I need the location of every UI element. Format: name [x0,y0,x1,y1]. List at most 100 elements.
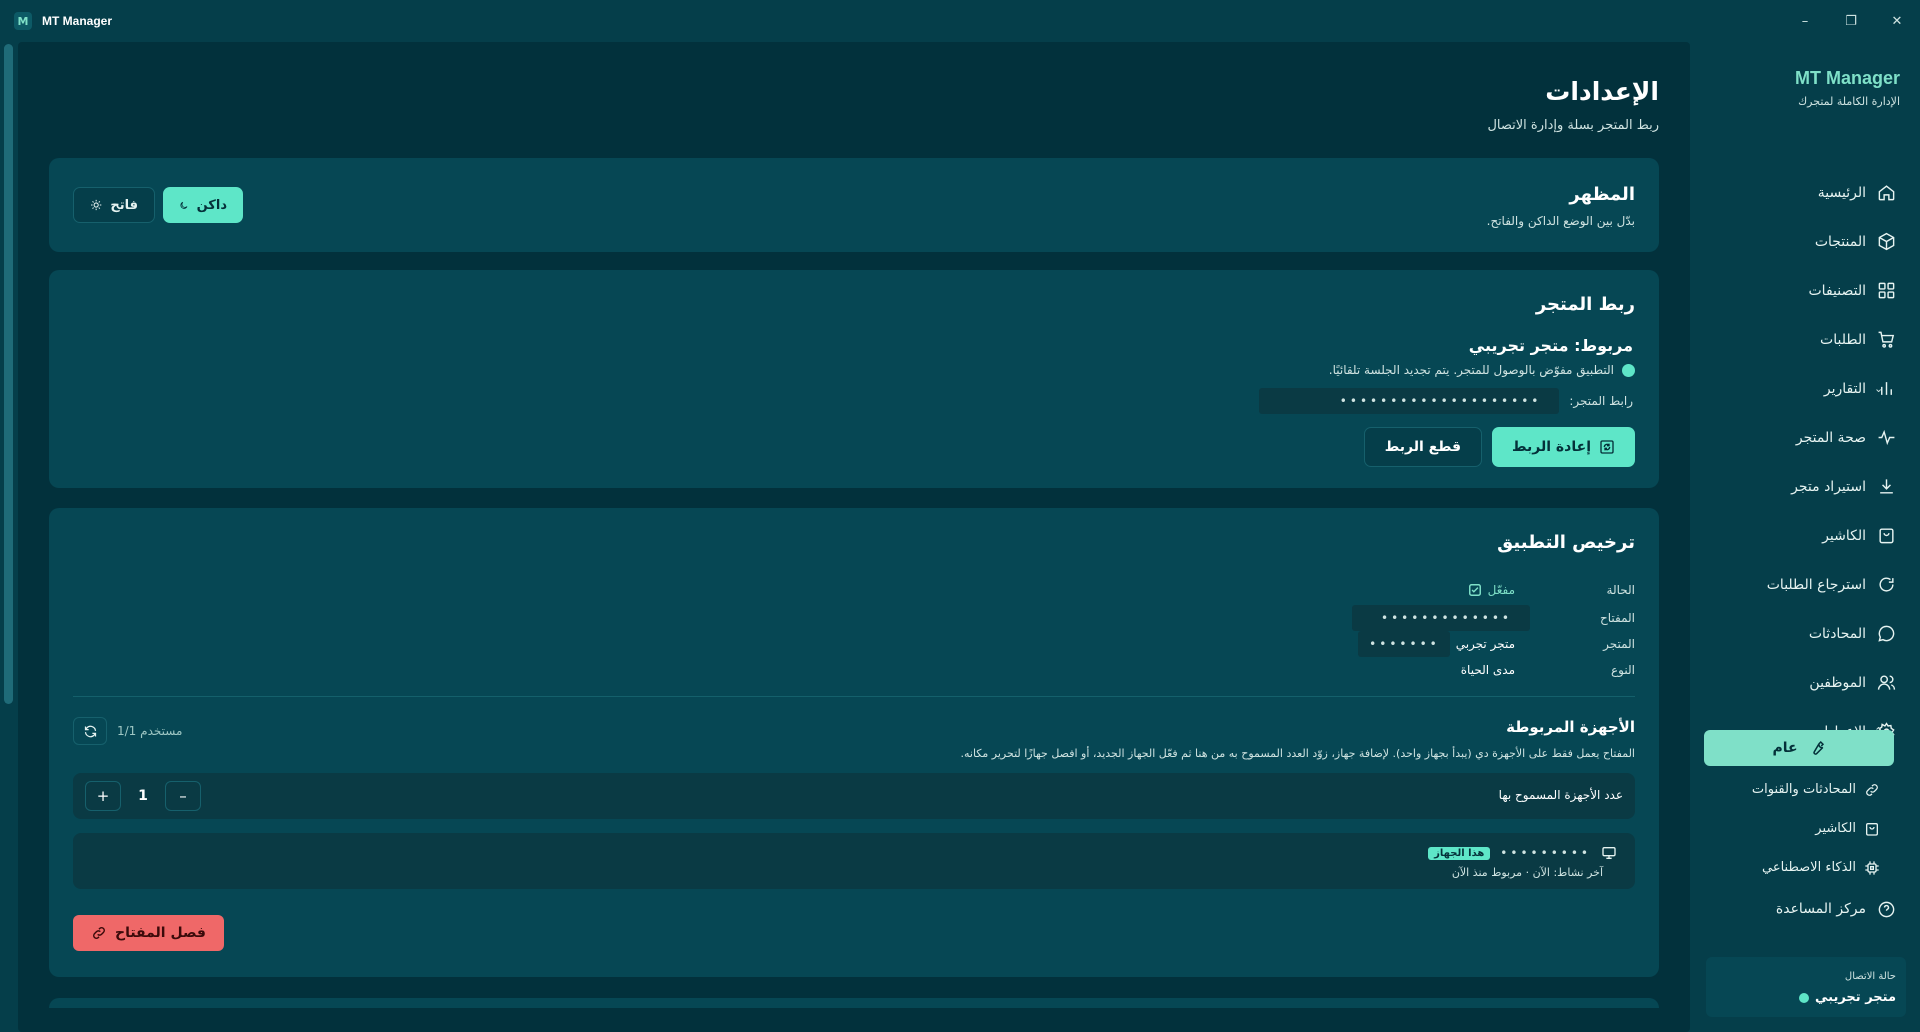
license-status-text: مفعّل [1487,583,1515,597]
store-link-card: ربط المتجر مربوط: متجر تجريبي التطبيق مف… [49,270,1659,488]
status-dot-icon [1798,992,1809,1003]
unlink-key-label: فصل المفتاح [115,925,206,941]
sub-item-label: الذكاء الاصطناعي [1762,860,1856,875]
sidebar-nav: الرئيسية المنتجات التصنيفات الطلبات التق… [1690,168,1920,756]
sidebar-item-products[interactable]: المنتجات [1690,217,1920,266]
sidebar-item-home[interactable]: الرئيسية [1690,168,1920,217]
appearance-description: بدّل بين الوضع الداكن والفاتح. [1486,214,1635,228]
refresh-devices-button[interactable] [73,717,107,745]
license-type-key: النوع [1611,663,1635,677]
sidebar-item-employees[interactable]: الموظفين [1690,658,1920,707]
sidebar-item-label: استرجاع الطلبات [1766,576,1866,593]
light-theme-button[interactable]: فاتح [73,187,155,223]
sidebar-item-label: الموظفين [1809,674,1866,691]
license-divider [73,696,1635,697]
brand-tagline: الإدارة الكاملة لمتجرك [1798,95,1900,108]
reconnect-icon [1600,440,1614,454]
store-link-row: رابط المتجر: •••••••••••••••••••• [1259,388,1633,414]
minimize-button[interactable]: – [1782,0,1828,42]
sidebar-item-help-center[interactable]: مركز المساعدة [1690,887,1920,931]
dark-theme-button[interactable]: داكن [163,187,243,223]
sub-item-conversations-channels[interactable]: المحادثات والقنوات [1690,770,1920,809]
this-device-badge: هذا الجهاز [1428,846,1491,860]
status-dot-icon [1622,363,1635,377]
license-key-value: ••••••••••••• [1352,605,1530,631]
sidebar-item-label: صحة المتجر [1795,429,1866,446]
connection-status-card: حالة الاتصال متجر تجريبي [1706,957,1906,1017]
disconnect-button[interactable]: قطع الربط [1363,427,1483,467]
sidebar-item-reports[interactable]: التقارير ⌄ [1690,364,1920,413]
license-key-key: المفتاح [1599,611,1635,625]
sidebar-item-import-store[interactable]: استيراد متجر [1690,462,1920,511]
sub-item-general[interactable]: عام [1704,730,1894,766]
link-icon [93,927,105,939]
allowed-devices-label: عدد الأجهزة المسموح بها [1498,788,1623,802]
sidebar-item-categories[interactable]: التصنيفات [1690,266,1920,315]
license-title: ترخيص التطبيق [1497,532,1635,553]
sidebar-item-label: مركز المساعدة [1775,901,1866,917]
bag-icon [1876,526,1896,546]
refresh-icon [84,725,96,737]
app-logo-icon: M [14,12,32,30]
window-title: MT Manager [42,14,113,28]
sub-item-ai[interactable]: الذكاء الاصطناعي [1690,848,1920,887]
connected-store-name: مربوط: متجر تجريبي [1468,336,1633,355]
license-status-key: الحالة [1606,583,1635,597]
user-count-text: 1/1 مستخدم [117,724,183,738]
moon-icon [180,201,188,209]
reconnect-label: إعادة الربط [1512,439,1591,455]
theme-toggle: فاتح داكن [73,187,243,223]
monitor-icon [1602,847,1616,859]
appearance-card: المظهر بدّل بين الوضع الداكن والفاتح. فا… [49,158,1659,252]
allowed-devices-value: 1 [138,788,148,804]
checkbox-checked-icon [1468,584,1481,596]
maximize-button[interactable]: ❐ [1828,0,1874,42]
sub-item-general-label: عام [1772,740,1798,756]
brand-name: MT Manager [1794,68,1900,88]
sidebar-item-cashier[interactable]: الكاشير [1690,511,1920,560]
download-icon [1876,477,1896,497]
store-status-text: التطبيق مفوّض بالوصول للمتجر. يتم تجديد … [1328,363,1614,377]
disconnect-label: قطع الربط [1384,439,1462,455]
light-theme-label: فاتح [110,197,138,213]
license-store-value: متجر تجربي ••••••• [1357,631,1515,657]
device-id-masked: ••••••••• [1500,846,1591,860]
store-link-value: •••••••••••••••••••• [1259,388,1560,414]
sidebar-item-conversations[interactable]: المحادثات [1690,609,1920,658]
unlink-key-button[interactable]: فصل المفتاح [73,915,224,951]
sidebar-item-label: المنتجات [1814,233,1866,250]
sun-icon [91,199,102,211]
sub-item-cashier[interactable]: الكاشير [1690,809,1920,848]
close-button[interactable]: ✕ [1874,0,1920,42]
sidebar-item-label: الرئيسية [1817,184,1866,201]
devices-description: المفتاح يعمل فقط على الأجهزة دي (يبدأ بج… [960,747,1636,760]
sidebar-item-label: الكاشير [1822,527,1866,544]
license-key-row: المفتاح ••••••••••••• [1315,605,1635,631]
users-icon [1876,673,1896,693]
sidebar: MT Manager الإدارة الكاملة لمتجرك الرئيس… [1690,42,1920,1032]
device-header: ••••••••• هذا الجهاز [1428,845,1617,861]
sidebar-item-store-health[interactable]: صحة المتجر [1690,413,1920,462]
devices-title: الأجهزة المربوطة [1506,718,1635,736]
page-title: الإعدادات [1545,77,1659,106]
decrement-button[interactable]: – [165,781,201,811]
sidebar-item-order-returns[interactable]: استرجاع الطلبات [1690,560,1920,609]
main-scrollbar[interactable] [4,44,13,704]
sidebar-item-label: الطلبات [1820,331,1866,348]
link-icon [1866,783,1878,796]
main-area: الإعدادات ربط المتجر بسلة وإدارة الاتصال… [18,42,1690,1032]
allowed-devices-stepper: + 1 – [85,781,201,811]
sidebar-item-orders[interactable]: الطلبات [1690,315,1920,364]
bag-icon [1866,822,1878,836]
chevron-down-icon[interactable]: ⌄ [1874,382,1883,395]
settings-sub-nav: عام المحادثات والقنوات الكاشير الذكاء ال… [1690,730,1920,931]
refresh-icon [1876,575,1896,595]
reconnect-button[interactable]: إعادة الربط [1492,427,1635,467]
help-icon [1876,899,1896,919]
grid-icon [1876,281,1896,301]
page-subtitle: ربط المتجر بسلة وإدارة الاتصال [1487,118,1659,133]
increment-button[interactable]: + [85,781,121,811]
cart-icon [1876,330,1896,350]
store-status-line: التطبيق مفوّض بالوصول للمتجر. يتم تجديد … [1329,363,1635,377]
license-key-masked: ••••••••••••• [1352,605,1530,631]
